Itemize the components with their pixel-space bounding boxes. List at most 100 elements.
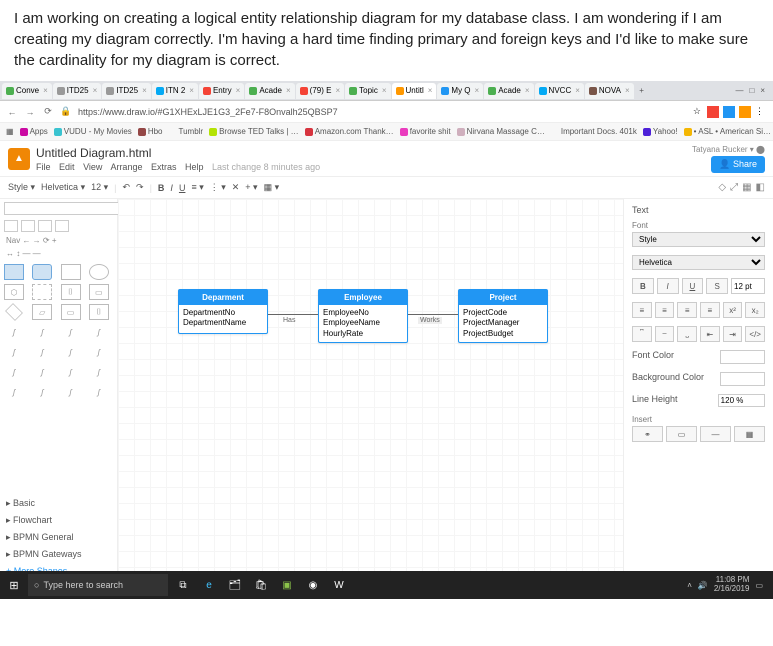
tool-4[interactable] bbox=[55, 220, 69, 232]
browser-tab[interactable]: Acade× bbox=[484, 83, 533, 99]
menu-view[interactable]: View bbox=[83, 162, 102, 172]
bgcolor-swatch[interactable] bbox=[720, 372, 765, 386]
start-button[interactable]: ⊞ bbox=[4, 575, 24, 595]
underline-button[interactable]: U bbox=[179, 183, 186, 193]
bookmark-item[interactable]: Nirvana Massage C… bbox=[457, 127, 545, 136]
browser-tab[interactable]: My Q× bbox=[437, 83, 483, 99]
clear-button[interactable]: ✕ bbox=[232, 182, 240, 193]
menu-edit[interactable]: Edit bbox=[59, 162, 75, 172]
list-button[interactable]: ⋮ ▾ bbox=[210, 182, 226, 193]
entity-project[interactable]: Project ProjectCode ProjectManager Proje… bbox=[458, 289, 548, 343]
user-name[interactable]: Tatyana Rucker ▾ ⬤ bbox=[692, 145, 765, 154]
menu-arrange[interactable]: Arrange bbox=[110, 162, 142, 172]
shape-db[interactable]: ⌷ bbox=[61, 284, 81, 300]
clock[interactable]: 11:08 PM 2/16/2019 bbox=[714, 576, 750, 594]
undo-button[interactable]: ↶ bbox=[122, 182, 130, 193]
bookmark-item[interactable]: Browse TED Talks | … bbox=[209, 127, 299, 136]
underline-toggle[interactable]: U bbox=[682, 278, 704, 294]
menu-extras[interactable]: Extras bbox=[151, 162, 177, 172]
menu-help[interactable]: Help bbox=[185, 162, 204, 172]
sup-toggle[interactable]: x² bbox=[723, 302, 743, 318]
fullscreen-icon[interactable]: ⤢ bbox=[730, 182, 738, 193]
insert-table[interactable]: ▦ bbox=[734, 426, 765, 442]
taskbar-search[interactable]: ○ Type here to search bbox=[28, 574, 168, 596]
font-dropdown[interactable]: Helvetica ▾ bbox=[41, 182, 85, 193]
shape-cyl[interactable]: ⌷ bbox=[89, 304, 109, 320]
browser-tab[interactable]: (79) E× bbox=[296, 83, 344, 99]
valign-mid[interactable]: ⎯ bbox=[655, 326, 675, 342]
align-left[interactable]: ≡ bbox=[632, 302, 652, 318]
cat-bpmn-gateways[interactable]: ▸ BPMN Gateways bbox=[0, 546, 117, 563]
valign-top[interactable]: ⎴ bbox=[632, 326, 652, 342]
browser-tab[interactable]: NOVA× bbox=[585, 83, 634, 99]
row-s9[interactable]: ʃ bbox=[4, 364, 24, 380]
row-s14[interactable]: ʃ bbox=[32, 384, 52, 400]
entity-department[interactable]: Deparment DepartmentNo DepartmentName bbox=[178, 289, 268, 334]
row-s10[interactable]: ʃ bbox=[32, 364, 52, 380]
minimize-button[interactable]: — bbox=[735, 86, 743, 95]
back-button[interactable]: ← bbox=[6, 107, 18, 117]
cat-bpmn-general[interactable]: ▸ BPMN General bbox=[0, 529, 117, 546]
row-s1[interactable]: ʃ bbox=[4, 324, 24, 340]
bookmark-item[interactable]: • ASL • American Si… bbox=[684, 127, 771, 136]
browser-tab[interactable]: Topic× bbox=[345, 83, 390, 99]
bold-toggle[interactable]: B bbox=[632, 278, 654, 294]
row-s16[interactable]: ʃ bbox=[89, 384, 109, 400]
html-toggle[interactable]: </> bbox=[745, 326, 765, 342]
expand-button[interactable]: + ▾ bbox=[245, 182, 257, 193]
row-s4[interactable]: ʃ bbox=[89, 324, 109, 340]
shape-circle[interactable] bbox=[89, 264, 109, 280]
fontcolor-swatch[interactable] bbox=[720, 350, 765, 364]
bookmark-item[interactable]: favorite shit bbox=[400, 127, 451, 136]
browser-tab[interactable]: Untitl× bbox=[392, 83, 437, 99]
close-button[interactable]: × bbox=[760, 86, 765, 95]
connector-works[interactable] bbox=[408, 314, 458, 315]
new-tab-button[interactable]: + bbox=[635, 86, 649, 95]
align-button[interactable]: ≡ ▾ bbox=[191, 182, 203, 193]
explorer-icon[interactable]: 🗂 bbox=[224, 574, 246, 596]
row-s7[interactable]: ʃ bbox=[61, 344, 81, 360]
app-icon-1[interactable]: ▣ bbox=[276, 574, 298, 596]
row-s6[interactable]: ʃ bbox=[32, 344, 52, 360]
reload-button[interactable]: ⟳ bbox=[42, 106, 54, 117]
apps-icon[interactable]: ▦ bbox=[6, 127, 14, 136]
indent-more[interactable]: ⇥ bbox=[723, 326, 743, 342]
row-s15[interactable]: ʃ bbox=[61, 384, 81, 400]
shape-rect-blue[interactable] bbox=[4, 264, 24, 280]
bookmark-item[interactable]: Apps bbox=[20, 127, 48, 136]
cat-flowchart[interactable]: ▸ Flowchart bbox=[0, 512, 117, 529]
row-s11[interactable]: ʃ bbox=[61, 364, 81, 380]
bold-button[interactable]: B bbox=[158, 183, 165, 193]
browser-tab[interactable]: Entry× bbox=[199, 83, 244, 99]
font-size-input[interactable] bbox=[731, 278, 765, 294]
collapse-icon[interactable]: ◇ bbox=[718, 182, 726, 193]
align-right[interactable]: ≡ bbox=[677, 302, 697, 318]
format-icon[interactable]: ◧ bbox=[756, 182, 765, 193]
ext-icon-3[interactable] bbox=[739, 106, 751, 118]
insert-image[interactable]: ▭ bbox=[666, 426, 697, 442]
shape-diamond[interactable] bbox=[5, 303, 23, 321]
menu-icon[interactable]: ⋮ bbox=[755, 106, 767, 118]
tray-volume-icon[interactable]: 🔊 bbox=[698, 581, 708, 590]
share-button[interactable]: 👤 Share bbox=[711, 156, 765, 173]
bookmark-item[interactable]: Tumblr bbox=[169, 127, 204, 136]
strike-toggle[interactable]: S bbox=[706, 278, 728, 294]
style-dropdown[interactable]: Style ▾ bbox=[8, 182, 35, 193]
shape-para[interactable]: ▱ bbox=[32, 304, 52, 320]
lineheight-input[interactable] bbox=[718, 394, 765, 407]
shape-hex[interactable]: ⬡ bbox=[4, 284, 24, 300]
cat-basic[interactable]: ▸ Basic bbox=[0, 495, 117, 512]
chrome-icon[interactable]: ◉ bbox=[302, 574, 324, 596]
bookmark-item[interactable]: Amazon.com Thank… bbox=[305, 127, 394, 136]
ext-icon-1[interactable] bbox=[707, 106, 719, 118]
connector-has[interactable] bbox=[268, 314, 318, 315]
row-s12[interactable]: ʃ bbox=[89, 364, 109, 380]
word-icon[interactable]: W bbox=[328, 574, 350, 596]
forward-button[interactable]: → bbox=[24, 107, 36, 117]
italic-button[interactable]: I bbox=[170, 183, 173, 193]
redo-button[interactable]: ↷ bbox=[136, 182, 144, 193]
insert-link[interactable]: ⚭ bbox=[632, 426, 663, 442]
row-s2[interactable]: ʃ bbox=[32, 324, 52, 340]
row-s13[interactable]: ʃ bbox=[4, 384, 24, 400]
font-style-select[interactable]: Style bbox=[632, 232, 765, 247]
